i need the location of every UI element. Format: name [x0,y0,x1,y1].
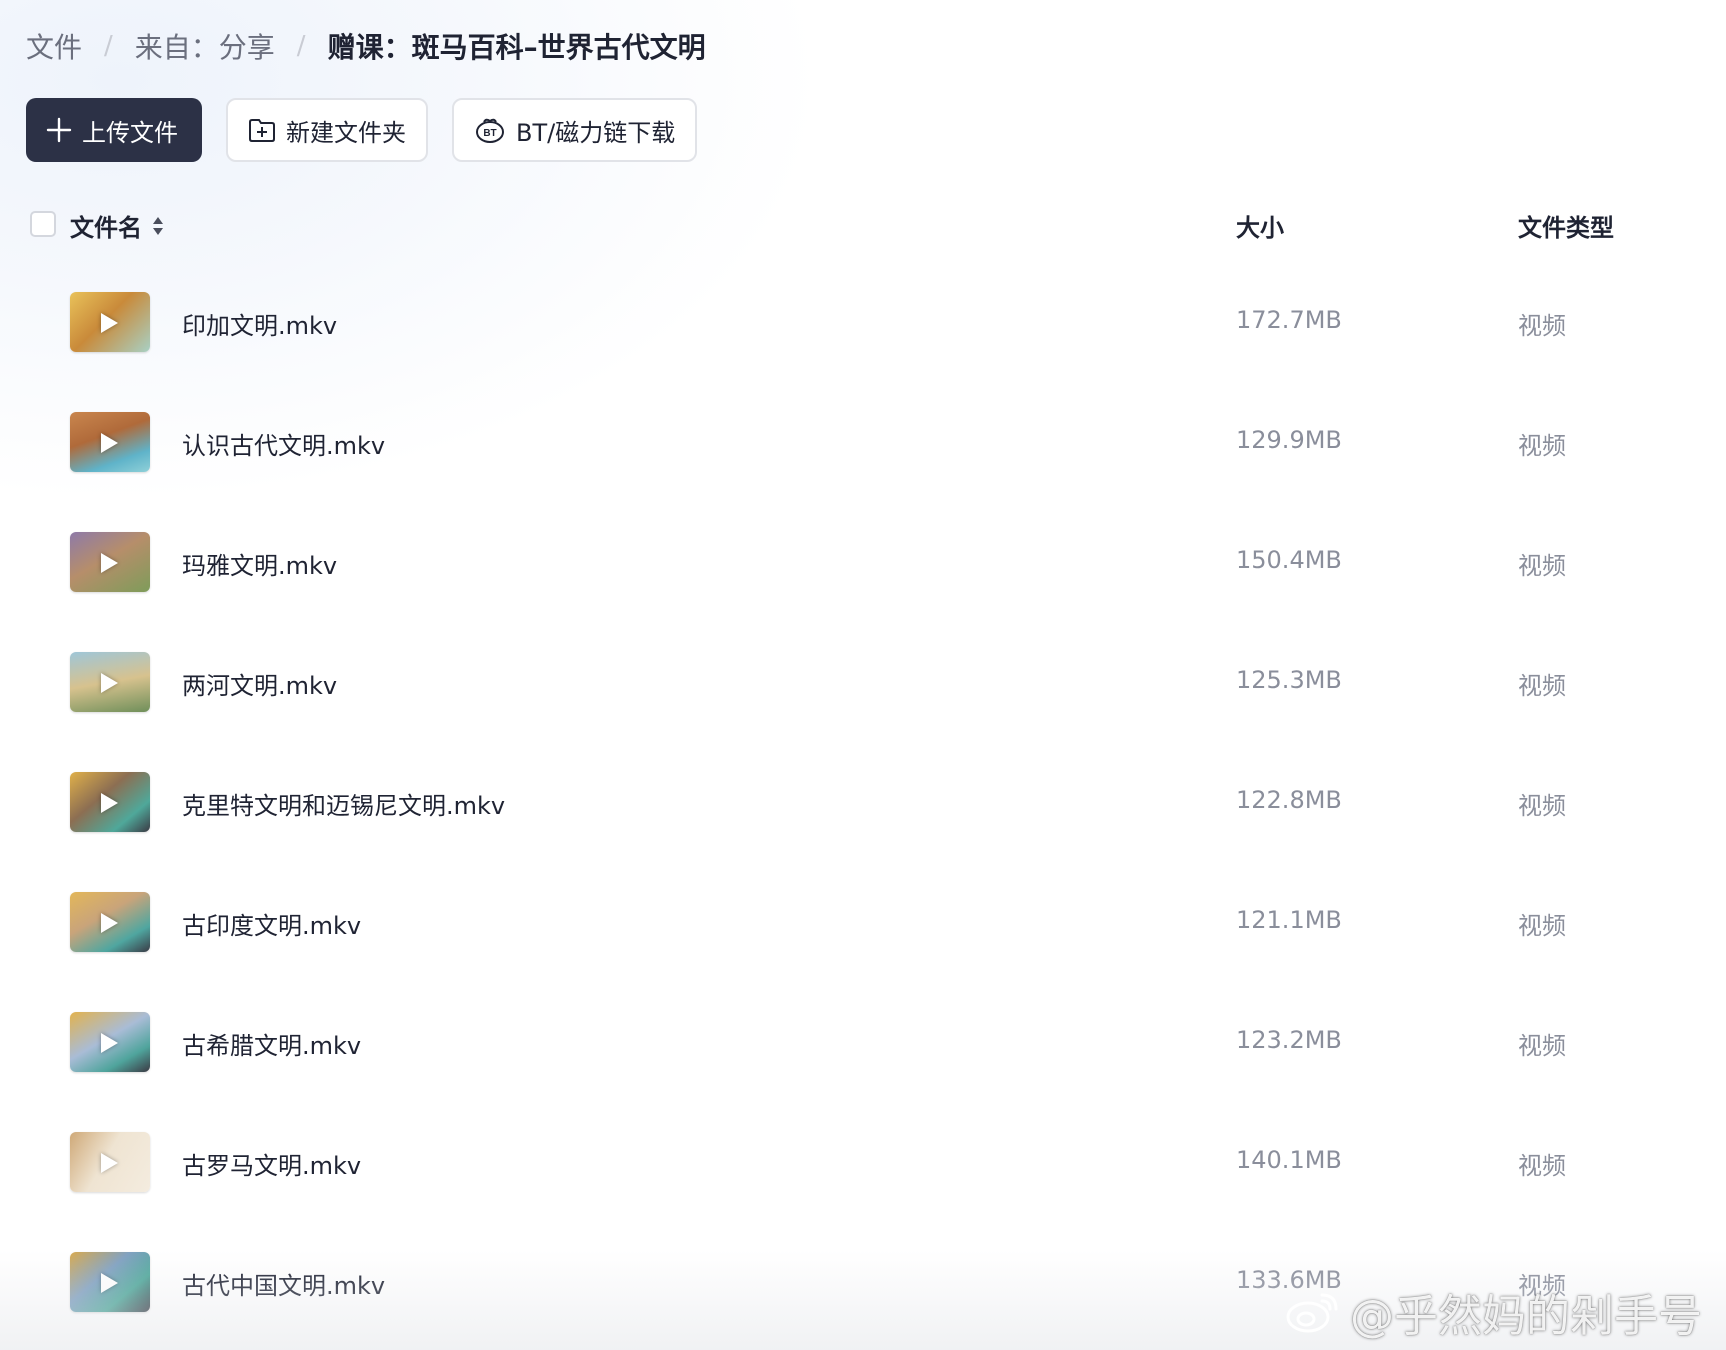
video-thumbnail[interactable] [70,652,150,712]
bt-download-button-label: BT/磁力链下载 [516,118,676,147]
file-name[interactable]: 印加文明.mkv [182,306,337,341]
table-row[interactable]: 玛雅文明.mkv 150.4MB 视频 [0,502,1726,622]
bt-download-button[interactable]: BT BT/磁力链下载 [452,98,698,162]
toolbar: 上传文件 新建文件夹 BT BT/磁力链下载 [26,98,698,162]
table-header: 文件名 大小 文件类型 [0,200,1726,252]
file-name[interactable]: 古希腊文明.mkv [182,1026,361,1061]
breadcrumb-source[interactable]: 来自：分享 [135,26,275,66]
file-list: 印加文明.mkv 172.7MB 视频 认识古代文明.mkv 129.9MB 视… [0,262,1726,1342]
column-header-size[interactable]: 大小 [1236,208,1284,243]
sort-icon[interactable] [152,215,164,237]
file-browser: 文件 / 来自：分享 / 赠课：斑马百科–世界古代文明 上传文件 新建文件夹 B… [0,0,1726,1350]
file-type: 视频 [1518,912,1566,940]
file-size: 122.8MB [1236,786,1342,814]
table-row[interactable]: 古罗马文明.mkv 140.1MB 视频 [0,1102,1726,1222]
file-name[interactable]: 玛雅文明.mkv [182,546,337,581]
video-thumbnail[interactable] [70,1252,150,1312]
video-thumbnail[interactable] [70,292,150,352]
play-icon [101,433,118,453]
video-thumbnail[interactable] [70,892,150,952]
column-header-name[interactable]: 文件名 [70,208,164,243]
file-type: 视频 [1518,792,1566,820]
file-size: 172.7MB [1236,306,1342,334]
plus-icon [46,117,72,143]
file-size: 150.4MB [1236,546,1342,574]
breadcrumb-root[interactable]: 文件 [26,26,82,66]
play-icon [101,913,118,933]
table-row[interactable]: 克里特文明和迈锡尼文明.mkv 122.8MB 视频 [0,742,1726,862]
file-type: 视频 [1518,672,1566,700]
upload-button[interactable]: 上传文件 [26,98,202,162]
file-size: 129.9MB [1236,426,1342,454]
table-row[interactable]: 两河文明.mkv 125.3MB 视频 [0,622,1726,742]
file-type: 视频 [1518,552,1566,580]
file-name[interactable]: 古印度文明.mkv [182,906,361,941]
file-size: 140.1MB [1236,1146,1342,1174]
bt-icon: BT [474,116,506,144]
video-thumbnail[interactable] [70,532,150,592]
file-size: 123.2MB [1236,1026,1342,1054]
file-name[interactable]: 两河文明.mkv [182,666,337,701]
play-icon [101,1273,118,1293]
table-row[interactable]: 认识古代文明.mkv 129.9MB 视频 [0,382,1726,502]
file-type: 视频 [1518,1152,1566,1180]
file-name[interactable]: 古罗马文明.mkv [182,1146,361,1181]
video-thumbnail[interactable] [70,1012,150,1072]
breadcrumb-current-folder: 赠课：斑马百科–世界古代文明 [327,31,706,64]
file-name[interactable]: 克里特文明和迈锡尼文明.mkv [182,786,505,821]
table-row[interactable]: 古代中国文明.mkv 133.6MB 视频 [0,1222,1726,1342]
video-thumbnail[interactable] [70,772,150,832]
video-thumbnail[interactable] [70,1132,150,1192]
file-size: 133.6MB [1236,1266,1342,1294]
play-icon [101,1153,118,1173]
file-name[interactable]: 认识古代文明.mkv [182,426,385,461]
file-name[interactable]: 古代中国文明.mkv [182,1266,385,1301]
play-icon [101,793,118,813]
breadcrumb-separator: / [296,31,306,61]
file-type: 视频 [1518,1272,1566,1300]
play-icon [101,553,118,573]
video-thumbnail[interactable] [70,412,150,472]
folder-plus-icon [248,117,276,143]
table-row[interactable]: 印加文明.mkv 172.7MB 视频 [0,262,1726,382]
play-icon [101,313,118,333]
play-icon [101,673,118,693]
column-header-name-label: 文件名 [70,214,142,242]
file-type: 视频 [1518,1032,1566,1060]
svg-text:BT: BT [483,128,496,139]
column-header-type[interactable]: 文件类型 [1518,208,1614,243]
select-all-checkbox[interactable] [30,211,56,237]
new-folder-button-label: 新建文件夹 [286,118,406,147]
file-size: 125.3MB [1236,666,1342,694]
play-icon [101,1033,118,1053]
file-size: 121.1MB [1236,906,1342,934]
breadcrumb: 文件 / 来自：分享 / 赠课：斑马百科–世界古代文明 [26,24,706,68]
table-row[interactable]: 古印度文明.mkv 121.1MB 视频 [0,862,1726,982]
table-row[interactable]: 古希腊文明.mkv 123.2MB 视频 [0,982,1726,1102]
breadcrumb-separator: / [104,31,113,61]
new-folder-button[interactable]: 新建文件夹 [226,98,428,162]
file-type: 视频 [1518,312,1566,340]
upload-button-label: 上传文件 [82,118,178,147]
file-type: 视频 [1518,432,1566,460]
